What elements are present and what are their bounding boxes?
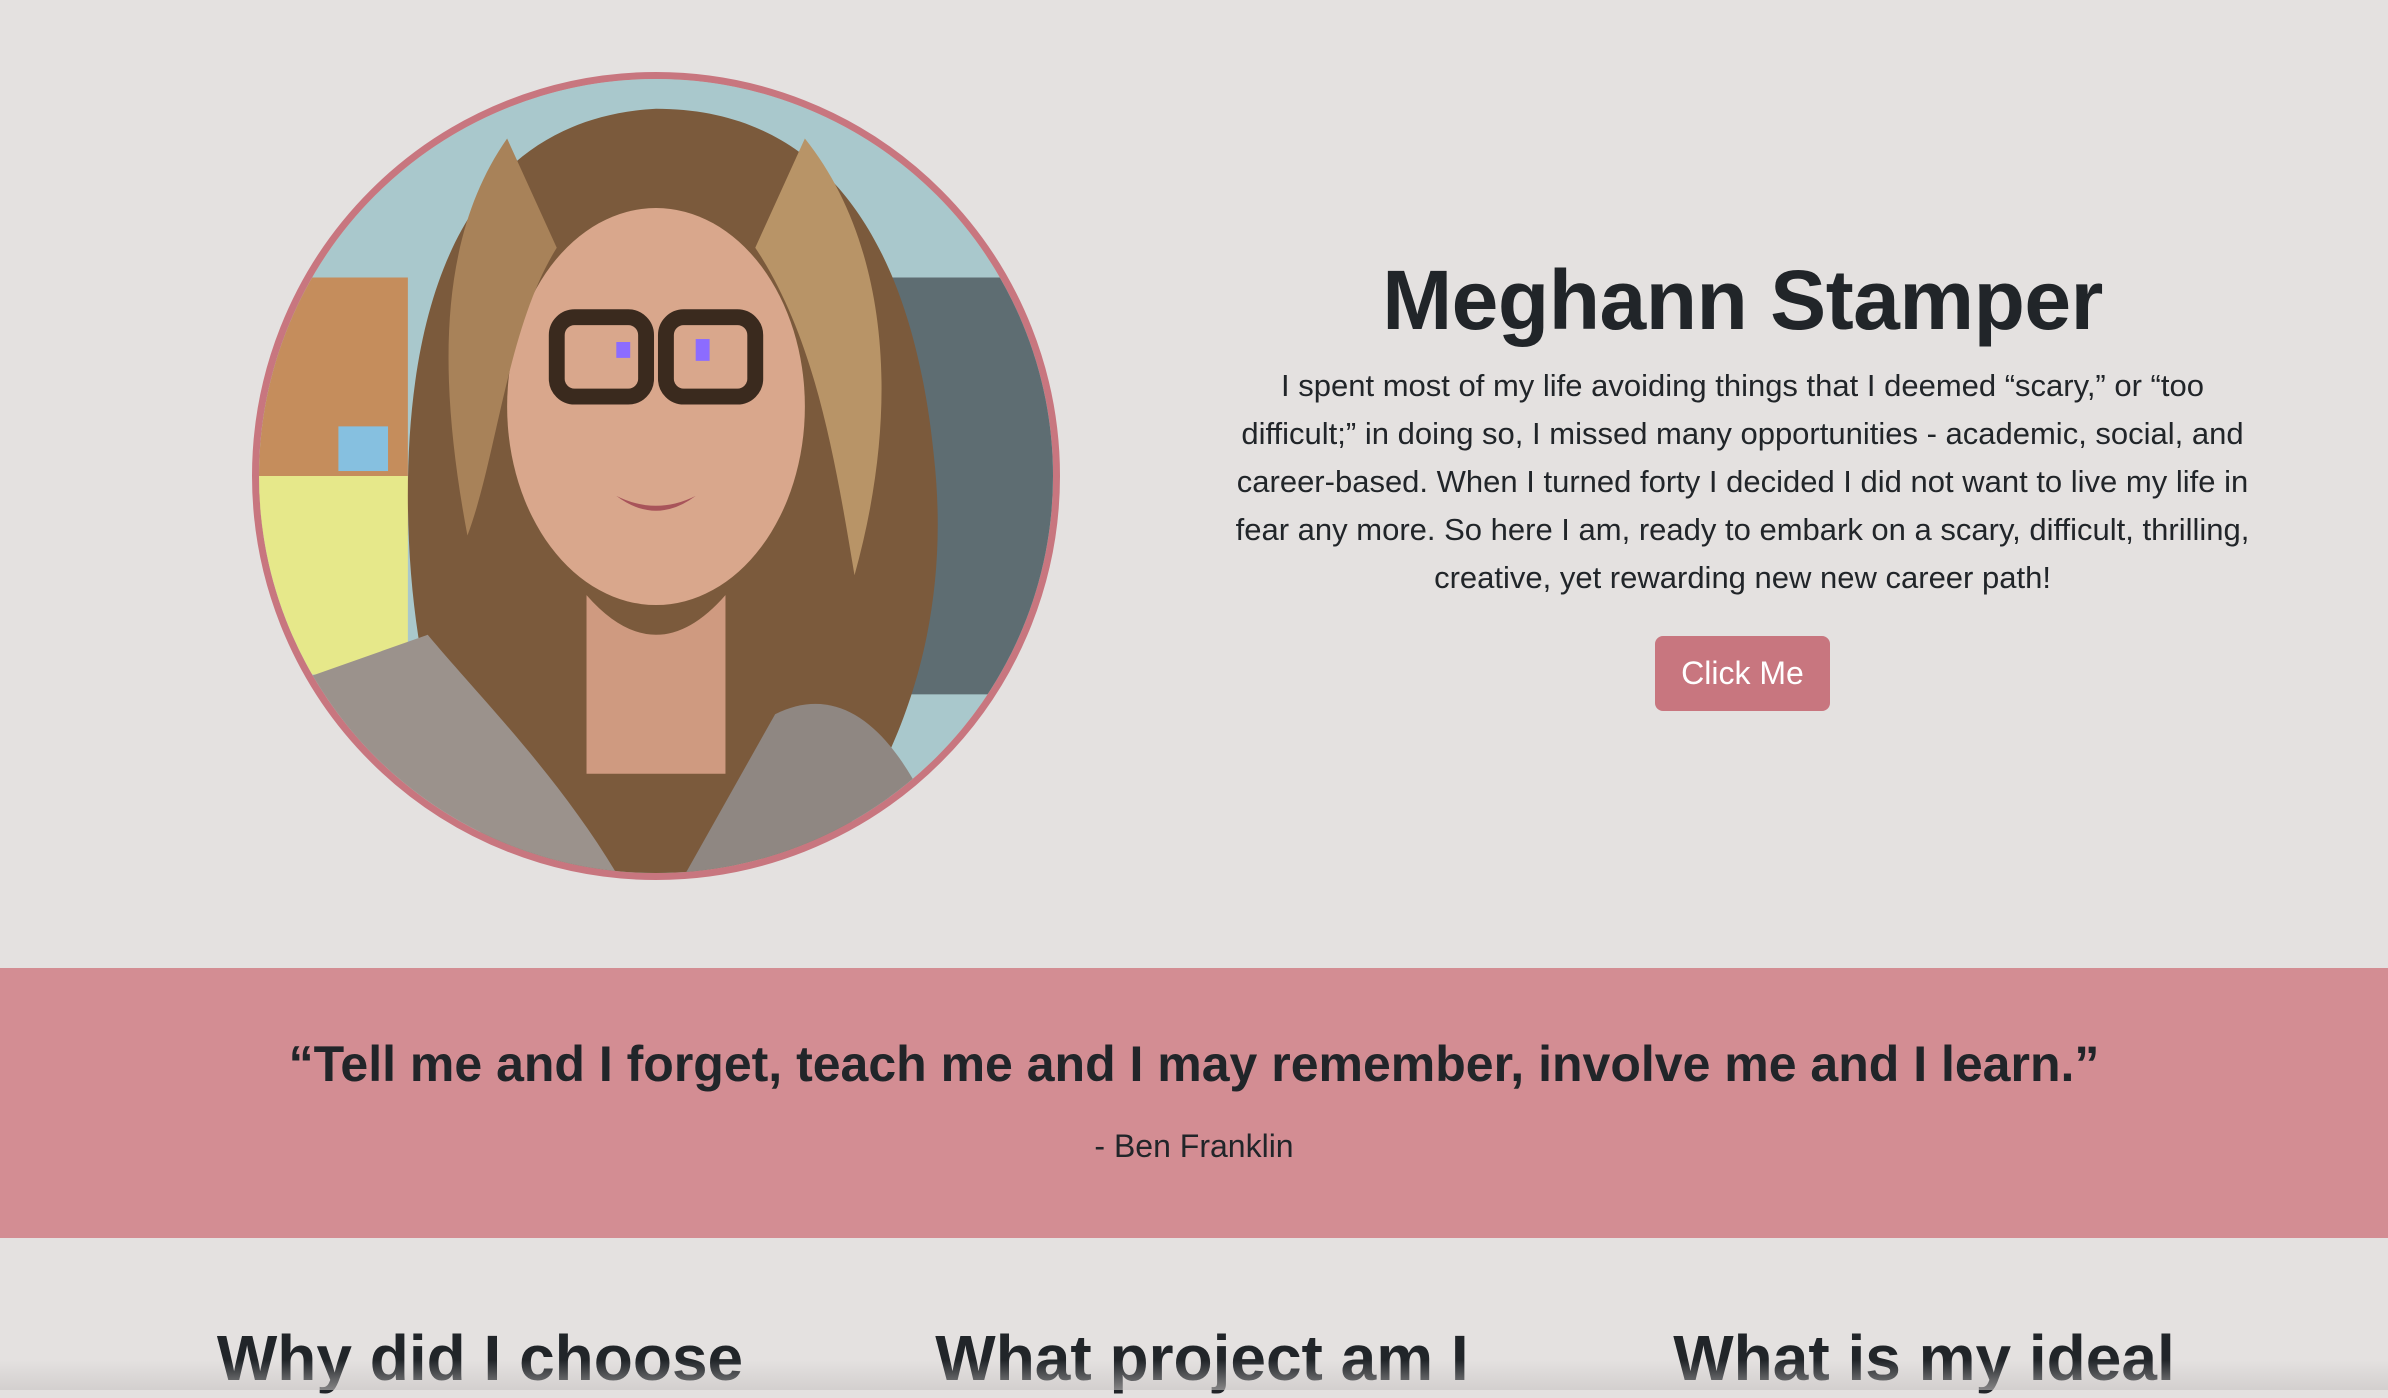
intro-block: Meghann Stamper I spent most of my life … (1230, 250, 2255, 711)
profile-photo (252, 72, 1060, 880)
features-section: Why did I choose What project am I What … (0, 1238, 2388, 1394)
profile-bio: I spent most of my life avoiding things … (1235, 368, 2250, 595)
scroll-fade (0, 1360, 2388, 1390)
hero-section: Meghann Stamper I spent most of my life … (0, 0, 2388, 968)
click-me-button[interactable]: Click Me (1655, 636, 1830, 711)
quote-section: “Tell me and I forget, teach me and I ma… (0, 968, 2388, 1238)
profile-name: Meghann Stamper (1382, 253, 2103, 347)
profile-photo-illustration (259, 79, 1053, 873)
quote-text: “Tell me and I forget, teach me and I ma… (288, 1036, 2100, 1092)
quote-author: - Ben Franklin (1094, 1128, 1294, 1164)
